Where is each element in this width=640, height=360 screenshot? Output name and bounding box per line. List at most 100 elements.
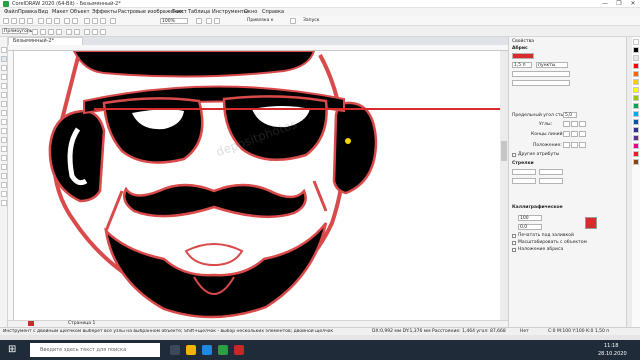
to-line-icon[interactable] [66, 29, 72, 35]
palette-swatch[interactable] [633, 127, 639, 133]
close-button[interactable]: ✕ [626, 0, 640, 8]
to-curve-icon[interactable] [74, 29, 80, 35]
palette-swatch[interactable] [633, 143, 639, 149]
add-tool-icon[interactable] [1, 200, 7, 206]
other-attr-toggle[interactable] [512, 153, 516, 157]
file-explorer-icon[interactable] [186, 345, 196, 355]
zoom-level-field[interactable]: 100% [160, 18, 188, 24]
search-icon[interactable] [84, 18, 90, 24]
windows-start-icon[interactable]: ⊞ [8, 345, 18, 355]
menu-object[interactable]: Объект [70, 9, 90, 15]
fullscreen-icon[interactable] [196, 18, 202, 24]
scale-with-object-checkbox[interactable] [512, 241, 516, 245]
parallel-dimension-icon[interactable] [1, 137, 7, 143]
dash-style-dropdown[interactable] [512, 80, 570, 86]
transparency-icon[interactable] [1, 164, 7, 170]
menu-tools[interactable]: Инструменты [212, 9, 248, 15]
polygon-tool-icon[interactable] [1, 119, 7, 125]
freehand-tool-icon[interactable] [1, 83, 7, 89]
import-icon[interactable] [92, 18, 98, 24]
rulers-icon[interactable] [206, 18, 212, 24]
miter-limit-field[interactable]: 5,0 [563, 112, 577, 118]
add-node-icon[interactable] [32, 29, 38, 35]
palette-swatch[interactable] [633, 111, 639, 117]
stretch-field[interactable]: 100 [518, 215, 542, 221]
document-tab[interactable]: Безымянный-2* [8, 37, 83, 45]
artistic-media-icon[interactable] [1, 92, 7, 98]
menu-text[interactable]: Текст [172, 9, 187, 15]
menu-table[interactable]: Таблица [188, 9, 210, 15]
interactive-fill-icon[interactable] [1, 182, 7, 188]
paste-icon[interactable] [54, 18, 60, 24]
task-view-icon[interactable] [170, 345, 180, 355]
palette-swatch[interactable] [633, 79, 639, 85]
smart-fill-icon[interactable] [1, 191, 7, 197]
selection-mode-dropdown[interactable]: Прямоуголь... [2, 28, 37, 34]
start-arrow-options[interactable] [512, 178, 536, 184]
end-arrow-dropdown[interactable] [539, 169, 563, 175]
connector-tool-icon[interactable] [1, 146, 7, 152]
palette-swatch[interactable] [633, 47, 639, 53]
shape-tool-icon[interactable] [1, 56, 7, 62]
crop-tool-icon[interactable] [1, 65, 7, 71]
palette-swatch[interactable] [633, 135, 639, 141]
menu-help[interactable]: Справка [262, 9, 284, 15]
palette-swatch[interactable] [633, 103, 639, 109]
outside-outline-icon[interactable] [563, 142, 570, 148]
square-cap-icon[interactable] [563, 131, 570, 137]
palette-swatch[interactable] [633, 55, 639, 61]
cusp-node-icon[interactable] [84, 29, 90, 35]
palette-swatch[interactable] [633, 119, 639, 125]
palette-swatch[interactable] [633, 39, 639, 45]
copy-icon[interactable] [46, 18, 52, 24]
open-icon[interactable] [11, 18, 17, 24]
join-nodes-icon[interactable] [48, 29, 54, 35]
export-icon[interactable] [100, 18, 106, 24]
print-under-fill-checkbox[interactable] [512, 234, 516, 238]
menu-window[interactable]: Окно [244, 9, 257, 15]
palette-swatch[interactable] [633, 151, 639, 157]
delete-node-icon[interactable] [40, 29, 46, 35]
extended-cap-icon[interactable] [579, 131, 586, 137]
menu-layout[interactable]: Макет [52, 9, 68, 15]
drawing-canvas[interactable]: depositphotos [14, 51, 500, 320]
nib-shape-preview[interactable] [585, 217, 597, 229]
drop-shadow-icon[interactable] [1, 155, 7, 161]
palette-swatch[interactable] [633, 87, 639, 93]
centered-outline-icon[interactable] [571, 142, 578, 148]
round-corner-icon[interactable] [571, 121, 578, 127]
inside-outline-icon[interactable] [579, 142, 586, 148]
symmetrical-node-icon[interactable] [100, 29, 106, 35]
minimize-button[interactable]: — [598, 0, 612, 8]
end-arrow-options[interactable] [539, 178, 563, 184]
menu-edit[interactable]: Правка [18, 9, 37, 15]
text-tool-icon[interactable] [1, 128, 7, 134]
outline-color-picker[interactable] [512, 53, 534, 59]
miter-corner-icon[interactable] [563, 121, 570, 127]
break-curve-icon[interactable] [56, 29, 62, 35]
browser-icon[interactable] [202, 345, 212, 355]
maximize-button[interactable]: ❐ [612, 0, 626, 8]
new-document-icon[interactable] [3, 18, 9, 24]
menu-effects[interactable]: Эффекты [92, 9, 117, 15]
palette-swatch[interactable] [633, 159, 639, 165]
pick-tool-icon[interactable] [1, 47, 7, 53]
palette-swatch[interactable] [633, 63, 639, 69]
snap-to-dropdown[interactable]: Привязка к [246, 18, 282, 24]
start-arrow-dropdown[interactable] [512, 169, 536, 175]
grid-icon[interactable] [214, 18, 220, 24]
save-icon[interactable] [19, 18, 25, 24]
launch-dropdown[interactable]: Запуск [302, 18, 330, 24]
menu-view[interactable]: Вид [38, 9, 48, 15]
outline-width-field[interactable]: 1,5 п [512, 62, 532, 68]
undo-icon[interactable] [64, 18, 70, 24]
ellipse-tool-icon[interactable] [1, 110, 7, 116]
smooth-node-icon[interactable] [92, 29, 98, 35]
line-style-dropdown[interactable] [512, 71, 570, 77]
scrollbar-thumb[interactable] [501, 141, 507, 161]
eyedropper-icon[interactable] [1, 173, 7, 179]
selected-node-marker[interactable] [345, 138, 351, 144]
taskbar-search-input[interactable]: Введите здесь текст для поиска [30, 343, 160, 357]
media-app-icon[interactable] [234, 345, 244, 355]
units-dropdown[interactable]: пункты [536, 62, 568, 68]
